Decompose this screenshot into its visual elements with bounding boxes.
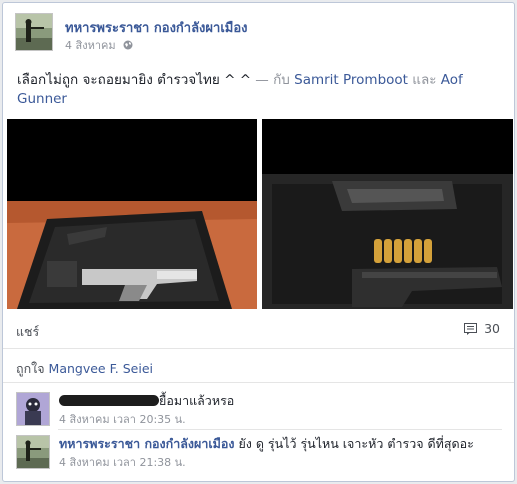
post-author-name[interactable]: ทหารพระราชา กองกำลังผาเมือง [65,17,247,38]
comment-text: ยื้อมาแล้วหรอ [159,393,235,408]
photo-2[interactable] [262,119,513,309]
post-actions: แชร์ 30 [3,312,514,349]
liker-name[interactable]: Mangvee F. Seiei [49,361,153,376]
commenter-name[interactable]: ทหารพระราชา กองกำลังผาเมือง [59,436,234,451]
tagged-user-1[interactable]: Samrit Promboot [294,72,408,88]
post-text: เลือกไม่ถูก จะถอยมายิง ตำรวจไทย ^ ^ — กั… [17,71,487,109]
commenter-avatar[interactable] [16,435,50,469]
comment-text: ยัง ดู รุ่นไว้ รุ่นไหน เจาะหัว ตำรวจ ดีท… [234,436,474,451]
comment-body: ทหารพระราชา กองกำลังผาเมือง ยัง ดู รุ่นไ… [59,435,499,471]
commenter-avatar-image [17,436,49,468]
comment-body: ยื้อมาแล้วหรอ 4 สิงหาคม เวลา 20:35 น. [59,392,499,428]
post-date[interactable]: 4 สิงหาคม [65,39,116,52]
commenter-avatar-image [17,393,49,425]
photo-2-image [262,119,513,309]
redacted-name [59,395,159,406]
post-card: ทหารพระราชา กองกำลังผาเมือง 4 สิงหาคม เล… [2,2,515,482]
photo-1-image [7,119,257,309]
post-body: เลือกไม่ถูก จะถอยมายิง ตำรวจไทย ^ ^ [17,72,252,88]
comment-count-button[interactable]: 30 [464,321,500,336]
commenter-avatar[interactable] [16,392,50,426]
photo-1[interactable] [7,119,257,309]
comment-time[interactable]: 4 สิงหาคม เวลา 20:35 น. [59,411,499,428]
comment-icon [464,323,478,335]
author-avatar[interactable] [15,13,53,51]
share-button[interactable]: แชร์ [16,322,39,342]
likes-prefix: ถูกใจ [16,361,49,376]
with-separator: — กับ [251,72,295,88]
photo-grid [7,119,513,309]
globe-icon[interactable] [123,40,133,50]
and-separator: และ [407,72,441,88]
likes-label: ถูกใจ Mangvee F. Seiei [16,359,153,379]
likes-row: ถูกใจ Mangvee F. Seiei [3,349,514,383]
post-meta: 4 สิงหาคม [65,36,133,54]
author-avatar-image [16,14,52,50]
comment-divider [58,429,502,430]
comment-time[interactable]: 4 สิงหาคม เวลา 21:38 น. [59,454,499,471]
comment-count: 30 [484,321,500,336]
